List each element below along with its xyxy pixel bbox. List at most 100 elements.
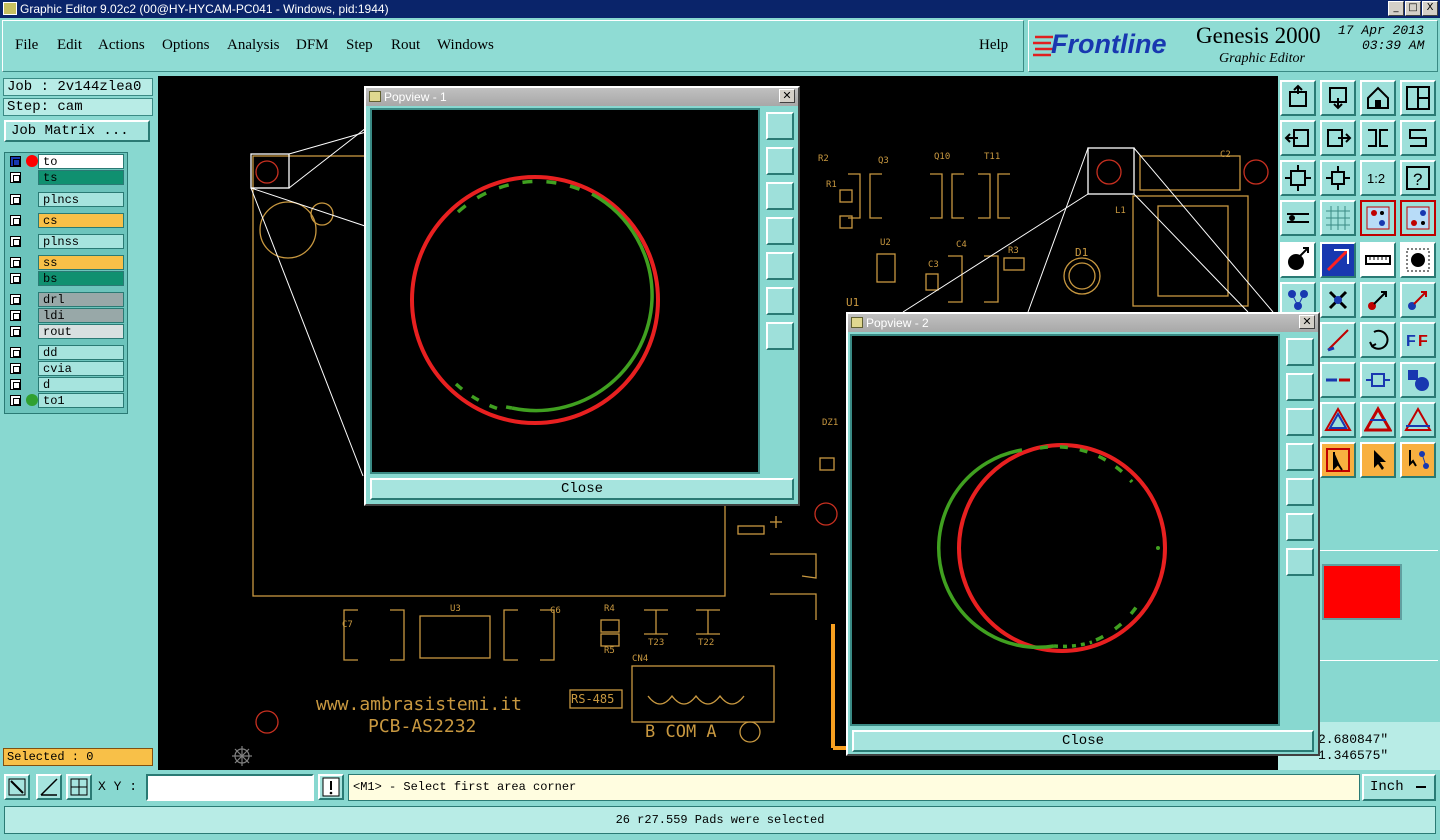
measure-icon[interactable]	[1280, 200, 1316, 236]
popview-1-close-button[interactable]: Close	[370, 478, 794, 500]
layer-row-bs[interactable]: bs	[6, 271, 126, 286]
layer-row-drl[interactable]: drl	[6, 292, 126, 307]
popview-zoom-in-icon[interactable]	[1286, 548, 1314, 576]
menu-rout[interactable]: Rout	[391, 37, 420, 54]
maximize-button[interactable]: □	[1405, 1, 1421, 16]
polygon-b-icon[interactable]	[1360, 402, 1396, 438]
popview-zoom-fit-icon[interactable]	[766, 287, 794, 315]
date-display: 17 Apr 2013	[1338, 23, 1424, 38]
popview-1-close-icon[interactable]: ✕	[779, 89, 795, 103]
layer-row-dd[interactable]: dd	[6, 345, 126, 360]
job-matrix-button[interactable]: Job Matrix ...	[4, 120, 150, 142]
layer-row-cvia[interactable]: cvia	[6, 361, 126, 376]
layer-row-plnss[interactable]: plnss	[6, 234, 126, 249]
close-window-button[interactable]: X	[1422, 1, 1438, 16]
layer-row-to1[interactable]: to1	[6, 393, 126, 408]
layer-row-rout[interactable]: rout	[6, 324, 126, 339]
zoom-area-icon[interactable]	[4, 774, 30, 800]
xy-input[interactable]	[146, 774, 314, 801]
pan-down-icon[interactable]	[1320, 80, 1356, 116]
layer-row-cs[interactable]: cs	[6, 213, 126, 228]
copy-pad-icon[interactable]	[1400, 282, 1436, 318]
popview-pan-right-icon[interactable]	[766, 252, 794, 280]
pan-right-icon[interactable]	[1320, 120, 1356, 156]
redraw-icon[interactable]	[1400, 120, 1436, 156]
popview-zoom-in-icon[interactable]	[766, 322, 794, 350]
select-pad-icon[interactable]	[1400, 242, 1436, 278]
polygon-c-icon[interactable]	[1400, 402, 1436, 438]
split-line-icon[interactable]	[1320, 362, 1356, 398]
zoom-fit-icon[interactable]	[1280, 160, 1316, 196]
popview-2-canvas[interactable]	[850, 334, 1280, 726]
popview-pan-right-icon[interactable]	[1286, 478, 1314, 506]
layer-row-ldi[interactable]: ldi	[6, 308, 126, 323]
home-icon[interactable]	[1360, 80, 1396, 116]
popview-zoom-home-icon[interactable]	[766, 112, 794, 140]
net-compare-icon[interactable]	[1400, 200, 1436, 236]
window-icon	[369, 91, 381, 102]
popview-2-close-button[interactable]: Close	[852, 730, 1314, 752]
zoom-in-icon[interactable]	[1320, 160, 1356, 196]
snap-grid-icon[interactable]	[66, 774, 92, 800]
menu-options[interactable]: Options	[162, 37, 210, 54]
pan-left-icon[interactable]	[1280, 120, 1316, 156]
popview-pan-up-icon[interactable]	[1286, 373, 1314, 401]
popview-2-toolbar	[1282, 334, 1318, 726]
add-pad-icon[interactable]	[1280, 242, 1316, 278]
grid-icon[interactable]	[1320, 200, 1356, 236]
move-pad-icon[interactable]	[1360, 282, 1396, 318]
zoom-home-icon[interactable]	[1280, 80, 1316, 116]
menu-actions[interactable]: Actions	[98, 37, 145, 54]
scale-1-2-icon[interactable]: 1:2	[1360, 160, 1396, 196]
select-inside-icon[interactable]	[1320, 442, 1356, 478]
corner-edit-icon[interactable]	[1320, 242, 1356, 278]
ruler-icon[interactable]	[1360, 242, 1396, 278]
popview-1-titlebar[interactable]: Popview - 1 ✕	[366, 88, 798, 106]
minimize-button[interactable]: _	[1388, 1, 1404, 16]
select-pointer-icon[interactable]	[1360, 442, 1396, 478]
mirror-icon[interactable]	[1360, 120, 1396, 156]
shapes-icon[interactable]	[1400, 362, 1436, 398]
layer-row-d[interactable]: d	[6, 377, 126, 392]
delete-icon[interactable]	[1320, 282, 1356, 318]
layer-row-plncs[interactable]: plncs	[6, 192, 126, 207]
popview-1-window[interactable]: Popview - 1 ✕ Close	[364, 86, 800, 506]
menu-windows[interactable]: Windows	[437, 37, 494, 54]
menu-help[interactable]: Help	[979, 37, 1008, 54]
measure-tool-icon[interactable]	[36, 774, 62, 800]
layer-row-ss[interactable]: ss	[6, 255, 126, 270]
crosshair-icon	[232, 746, 252, 766]
help-icon[interactable]: ?	[1400, 160, 1436, 196]
layer-row-to[interactable]: to	[6, 154, 126, 169]
menu-step[interactable]: Step	[346, 37, 373, 54]
popview-pan-left-icon[interactable]	[766, 217, 794, 245]
net-highlight-icon[interactable]	[1360, 200, 1396, 236]
polygon-a-icon[interactable]	[1320, 402, 1356, 438]
menu-dfm[interactable]: DFM	[296, 37, 329, 54]
warning-icon[interactable]	[318, 774, 344, 800]
unit-select[interactable]: Inch	[1362, 774, 1436, 801]
popview-zoom-home-icon[interactable]	[1286, 338, 1314, 366]
selected-count: Selected : 0	[3, 748, 153, 766]
window-title: Graphic Editor 9.02c2 (00@HY-HYCAM-PC041…	[20, 2, 389, 16]
popview-2-titlebar[interactable]: Popview - 2 ✕	[848, 314, 1318, 332]
select-net-icon[interactable]	[1400, 442, 1436, 478]
menu-analysis[interactable]: Analysis	[227, 37, 280, 54]
popview-2-close-icon[interactable]: ✕	[1299, 315, 1315, 329]
pcb-ref: C2	[1220, 150, 1231, 160]
popview-pan-down-icon[interactable]	[1286, 408, 1314, 436]
window-layout-icon[interactable]	[1400, 80, 1436, 116]
flip-text-icon[interactable]: FF	[1400, 322, 1436, 358]
draw-line-icon[interactable]	[1320, 322, 1356, 358]
popview-zoom-fit-icon[interactable]	[1286, 513, 1314, 541]
menu-file[interactable]: File	[15, 37, 38, 54]
menu-edit[interactable]: Edit	[57, 37, 82, 54]
stretch-icon[interactable]	[1360, 362, 1396, 398]
layer-row-ts[interactable]: ts	[6, 170, 126, 185]
popview-pan-up-icon[interactable]	[766, 147, 794, 175]
rotate-icon[interactable]	[1360, 322, 1396, 358]
popview-1-canvas[interactable]	[370, 108, 760, 474]
popview-pan-down-icon[interactable]	[766, 182, 794, 210]
popview-pan-left-icon[interactable]	[1286, 443, 1314, 471]
popview-2-window[interactable]: Popview - 2 ✕ Close	[846, 312, 1320, 756]
